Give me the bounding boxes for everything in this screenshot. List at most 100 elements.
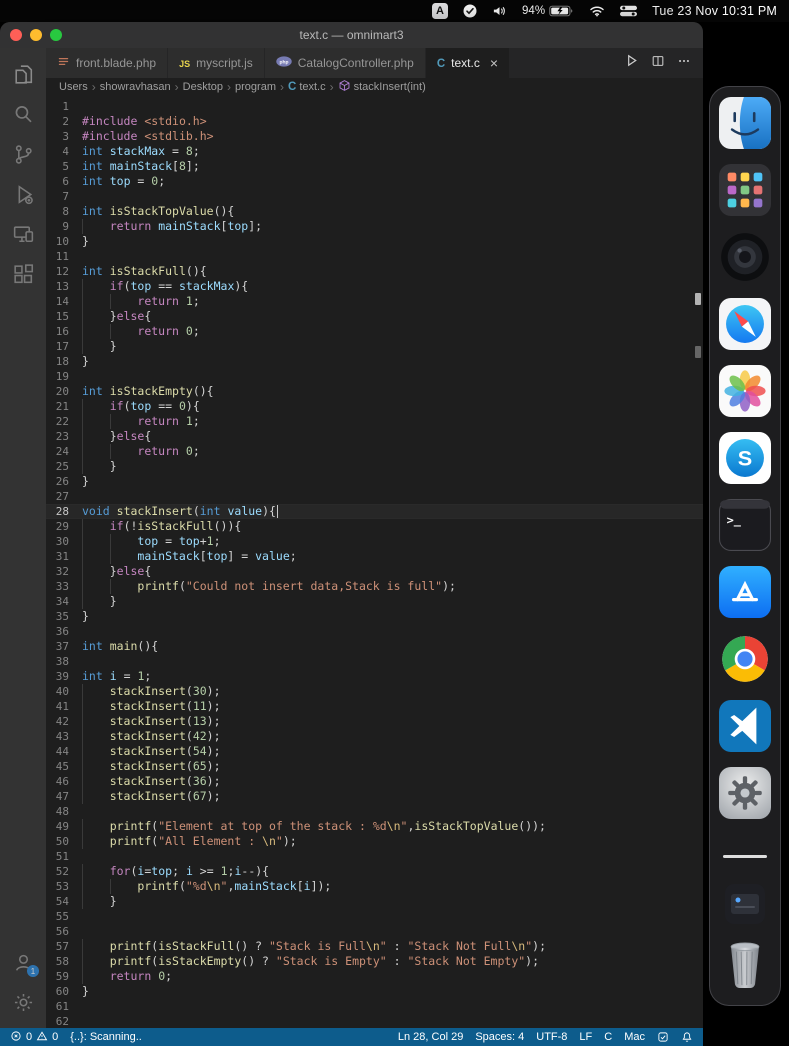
close-icon[interactable]: × (490, 56, 498, 70)
code-line[interactable]: 7 (46, 189, 703, 204)
code-line[interactable]: 43 stackInsert(42); (46, 729, 703, 744)
language-mode[interactable]: C (604, 1031, 612, 1043)
code-line[interactable]: 19 (46, 369, 703, 384)
code-line[interactable]: 22 return 1; (46, 414, 703, 429)
breadcrumb-item[interactable]: Desktop (183, 81, 223, 93)
code-line[interactable]: 50 printf("All Element : \n"); (46, 834, 703, 849)
run-button[interactable] (624, 53, 639, 73)
encoding[interactable]: UTF-8 (536, 1031, 567, 1043)
code-line[interactable]: 28void stackInsert(int value){ (46, 504, 703, 519)
dock-item-lens-app[interactable] (718, 230, 772, 284)
code-line[interactable]: 20int isStackEmpty(){ (46, 384, 703, 399)
dock-item-photos[interactable] (718, 364, 772, 418)
search-icon[interactable] (0, 94, 46, 134)
code-line[interactable]: 41 stackInsert(11); (46, 699, 703, 714)
code-line[interactable]: 56 (46, 924, 703, 939)
input-source-indicator[interactable]: A (432, 3, 448, 19)
code-line[interactable]: 24 return 0; (46, 444, 703, 459)
code-line[interactable]: 3#include <stdlib.h> (46, 129, 703, 144)
dock-item-vscode[interactable] (718, 699, 772, 753)
tab-myscript.js[interactable]: JSmyscript.js (168, 48, 265, 78)
code-line[interactable]: 15 }else{ (46, 309, 703, 324)
checkmark-circle-icon[interactable] (463, 4, 477, 18)
code-line[interactable]: 29 if(!isStackFull()){ (46, 519, 703, 534)
dock-item-system-preferences[interactable] (718, 766, 772, 820)
code-line[interactable]: 26} (46, 474, 703, 489)
settings-icon[interactable] (0, 982, 46, 1022)
breadcrumb-item[interactable]: Ctext.c (288, 81, 326, 93)
battery-indicator[interactable]: 94% (522, 5, 574, 17)
code-line[interactable]: 62 (46, 1014, 703, 1028)
code-line[interactable]: 10} (46, 234, 703, 249)
more-actions-button[interactable] (677, 54, 691, 73)
code-line[interactable]: 5int mainStack[8]; (46, 159, 703, 174)
code-line[interactable]: 25 } (46, 459, 703, 474)
problems-indicator[interactable]: 00 (10, 1030, 58, 1045)
code-line[interactable]: 8int isStackTopValue(){ (46, 204, 703, 219)
dock-item-launchpad[interactable] (718, 163, 772, 217)
accounts-icon[interactable]: 1 (0, 942, 46, 982)
volume-icon[interactable] (492, 5, 507, 17)
editor[interactable]: 12#include <stdio.h>3#include <stdlib.h>… (46, 96, 703, 1028)
run-debug-icon[interactable] (0, 174, 46, 214)
extensions-icon[interactable] (0, 254, 46, 294)
breadcrumb-item[interactable]: program (235, 81, 276, 93)
code-line[interactable]: 30 top = top+1; (46, 534, 703, 549)
dock-item-safari[interactable] (718, 297, 772, 351)
dock-item-finder[interactable] (718, 96, 772, 150)
breadcrumb-item[interactable]: showravhasan (100, 81, 171, 93)
code-line[interactable]: 16 return 0; (46, 324, 703, 339)
zoom-window-button[interactable] (50, 29, 62, 41)
dock-item-app-store[interactable] (718, 565, 772, 619)
code-line[interactable]: 59 return 0; (46, 969, 703, 984)
code-line[interactable]: 39int i = 1; (46, 669, 703, 684)
dock-item-chrome[interactable] (718, 632, 772, 686)
breadcrumb-item[interactable]: stackInsert(int) (338, 79, 426, 95)
minimize-window-button[interactable] (30, 29, 42, 41)
code-line[interactable]: 53 printf("%d\n",mainStack[i]); (46, 879, 703, 894)
code-line[interactable]: 2#include <stdio.h> (46, 114, 703, 129)
code-line[interactable]: 60} (46, 984, 703, 999)
dock-item-minimized-window[interactable] (718, 883, 772, 925)
code-line[interactable]: 35} (46, 609, 703, 624)
code-line[interactable]: 33 printf("Could not insert data,Stack i… (46, 579, 703, 594)
code-line[interactable]: 4int stackMax = 8; (46, 144, 703, 159)
code-line[interactable]: 42 stackInsert(13); (46, 714, 703, 729)
titlebar[interactable]: text.c — omnimart3 (0, 22, 703, 48)
remote-explorer-icon[interactable] (0, 214, 46, 254)
code-line[interactable]: 31 mainStack[top] = value; (46, 549, 703, 564)
code-line[interactable]: 34 } (46, 594, 703, 609)
cpp-language-status[interactable]: {..}: Scanning.. (70, 1031, 142, 1043)
close-window-button[interactable] (10, 29, 22, 41)
code-line[interactable]: 47 stackInsert(67); (46, 789, 703, 804)
tab-text.c[interactable]: Ctext.c× (426, 48, 510, 78)
split-editor-button[interactable] (651, 54, 665, 73)
code-line[interactable]: 27 (46, 489, 703, 504)
code-line[interactable]: 37int main(){ (46, 639, 703, 654)
code-line[interactable]: 61 (46, 999, 703, 1014)
control-center-icon[interactable] (620, 5, 637, 17)
code-line[interactable]: 49 printf("Element at top of the stack :… (46, 819, 703, 834)
platform-indicator[interactable]: Mac (624, 1031, 645, 1043)
code-line[interactable]: 23 }else{ (46, 429, 703, 444)
menubar-clock[interactable]: Tue 23 Nov 10:31 PM (652, 4, 777, 18)
code-line[interactable]: 9 return mainStack[top]; (46, 219, 703, 234)
code-line[interactable]: 52 for(i=top; i >= 1;i--){ (46, 864, 703, 879)
code-line[interactable]: 12int isStackFull(){ (46, 264, 703, 279)
code-line[interactable]: 6int top = 0; (46, 174, 703, 189)
dock-item-trash[interactable] (718, 938, 772, 992)
bell-icon[interactable] (681, 1031, 693, 1043)
code-line[interactable]: 32 }else{ (46, 564, 703, 579)
code-line[interactable]: 13 if(top == stackMax){ (46, 279, 703, 294)
code-line[interactable]: 17 } (46, 339, 703, 354)
explorer-icon[interactable] (0, 54, 46, 94)
code-line[interactable]: 58 printf(isStackEmpty() ? "Stack is Emp… (46, 954, 703, 969)
indentation[interactable]: Spaces: 4 (475, 1031, 524, 1043)
code-line[interactable]: 38 (46, 654, 703, 669)
wifi-icon[interactable] (589, 5, 605, 17)
code-line[interactable]: 55 (46, 909, 703, 924)
eol-sequence[interactable]: LF (579, 1031, 592, 1043)
code-line[interactable]: 14 return 1; (46, 294, 703, 309)
code-line[interactable]: 54 } (46, 894, 703, 909)
tab-CatalogController.php[interactable]: phpCatalogController.php (265, 48, 426, 78)
